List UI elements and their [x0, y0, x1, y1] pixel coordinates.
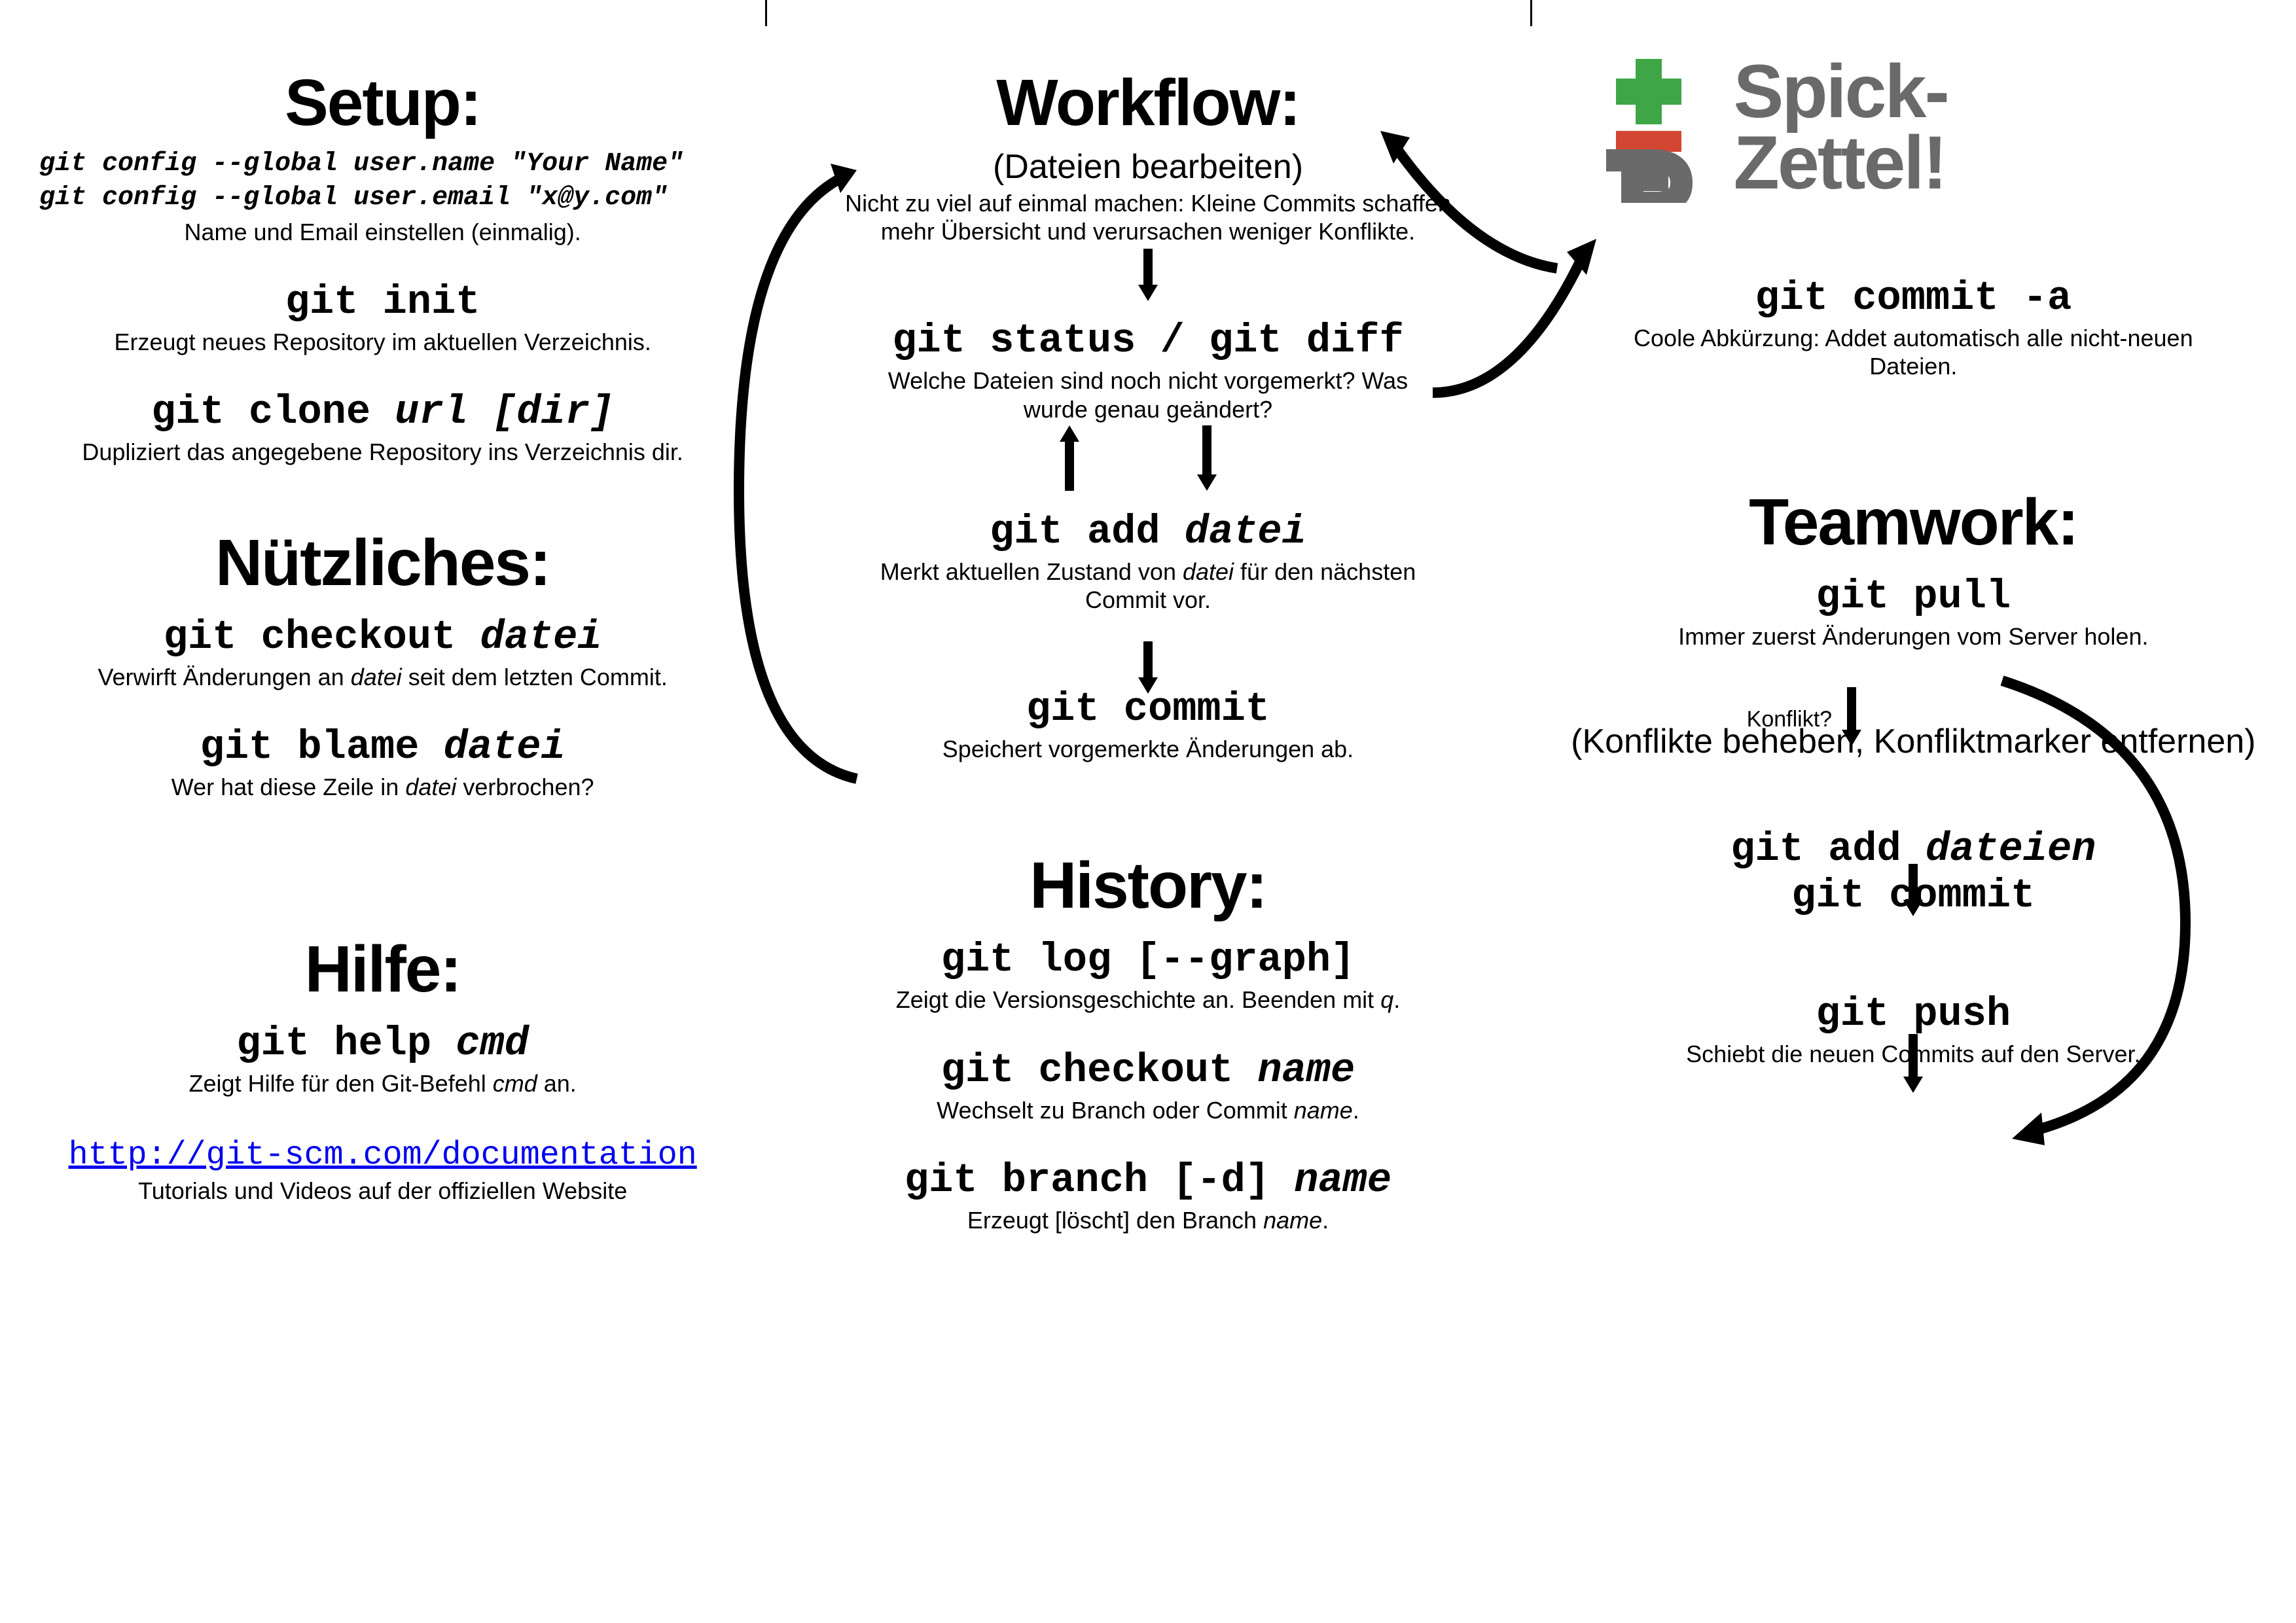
desc-checkout-name: Wechselt zu Branch oder Commit name.: [804, 1096, 1491, 1124]
git-logo-icon: [1570, 52, 1721, 203]
cmd-log: git log [--graph]: [804, 936, 1491, 983]
desc-branch: Erzeugt [löscht] den Branch name.: [804, 1206, 1491, 1234]
arrow-loop-commit-edit-icon: [726, 164, 896, 792]
cmd-config-email: git config --global user.email "x@y.com": [39, 181, 726, 215]
desc-clone: Dupliziert das angegebene Repository ins…: [39, 438, 726, 466]
arrow-commit-push-icon: [1900, 1034, 1926, 1093]
desc-commit: Speichert vorgemerkte Änderungen ab.: [804, 735, 1491, 763]
cmd-add: git add datei: [804, 508, 1491, 555]
desc-status: Welche Dateien sind noch nicht vorgemerk…: [804, 366, 1491, 423]
desc-init: Erzeugt neues Repository im aktuellen Ve…: [39, 328, 726, 356]
cmd-checkout-file: git checkout datei: [39, 614, 726, 660]
cmd-clone: git clone url [dir]: [39, 389, 726, 435]
cmd-status: git status / git diff: [804, 317, 1491, 364]
arrow-resolve-down-icon: [1900, 864, 1926, 916]
cmd-checkout-name: git checkout name: [804, 1047, 1491, 1094]
logo-line2: Zettel!: [1734, 128, 1948, 199]
label-konflikt: Konflikt?: [1747, 707, 1832, 732]
column-setup: Setup: git config --global user.name "Yo…: [0, 0, 765, 1623]
desc-pull: Immer zuerst Änderungen vom Server holen…: [1570, 622, 2257, 651]
desc-log: Zeigt die Versionsgeschichte an. Beenden…: [804, 986, 1491, 1014]
desc-help: Zeigt Hilfe für den Git-Befehl cmd an.: [39, 1069, 726, 1097]
logo: Spick- Zettel!: [1570, 52, 2257, 203]
desc-config: Name und Email einstellen (einmalig).: [39, 218, 726, 246]
arrow-down-3-icon: [1135, 641, 1161, 694]
arrow-up-1-icon: [1056, 425, 1083, 491]
logo-line1: Spick-: [1734, 56, 1948, 128]
link-git-docs[interactable]: http://git-scm.com/documentation: [39, 1137, 726, 1174]
arrow-pull-down-icon: [1839, 687, 1865, 746]
desc-link: Tutorials und Videos auf der offiziellen…: [39, 1177, 726, 1205]
desc-checkout-file: Verwirft Änderungen an datei seit dem le…: [39, 663, 726, 691]
heading-useful: Nützliches:: [39, 526, 726, 601]
heading-help: Hilfe:: [39, 932, 726, 1007]
cmd-init: git init: [39, 279, 726, 325]
cmd-commit-a: git commit -a: [1570, 275, 2257, 321]
cmd-blame: git blame datei: [39, 724, 726, 770]
heading-setup: Setup:: [39, 65, 726, 141]
arrow-commit-a-to-edit-icon: [1374, 124, 1570, 288]
arrow-down-2-icon: [1194, 425, 1220, 491]
cmd-branch: git branch [-d] name: [804, 1157, 1491, 1204]
arrow-down-1-icon: [1135, 249, 1161, 301]
heading-teamwork: Teamwork:: [1570, 485, 2257, 560]
desc-commit-a: Coole Abkürzung: Addet automatisch alle …: [1570, 324, 2257, 380]
column-teamwork: Spick- Zettel! git commit -a Coole Abkür…: [1531, 0, 2296, 1623]
cmd-help: git help cmd: [39, 1020, 726, 1067]
desc-blame: Wer hat diese Zeile in datei verbrochen?: [39, 773, 726, 801]
cmd-config-name: git config --global user.name "Your Name…: [39, 147, 726, 181]
arrow-pull-to-push-icon: [1989, 674, 2212, 1145]
heading-history: History:: [804, 848, 1491, 923]
cmd-pull: git pull: [1570, 573, 2257, 620]
desc-add: Merkt aktuellen Zustand von datei für de…: [804, 558, 1491, 614]
